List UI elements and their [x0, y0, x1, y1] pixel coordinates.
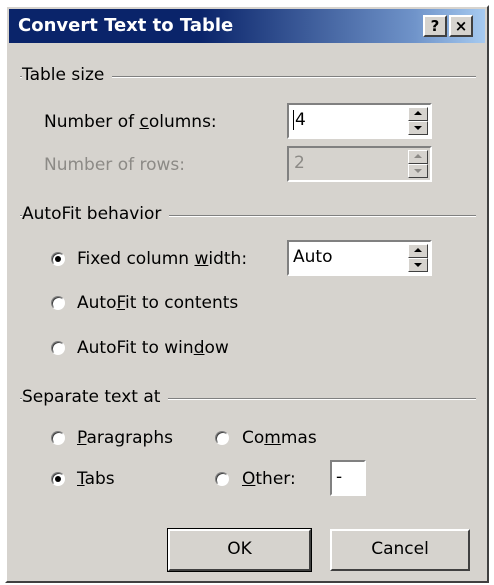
- tabs-label[interactable]: Tabs: [77, 469, 115, 489]
- fixed-column-width-value[interactable]: Auto: [293, 247, 332, 267]
- tabs-radio[interactable]: [51, 472, 65, 486]
- commas-radio[interactable]: [215, 431, 229, 445]
- dialog-title: Convert Text to Table: [18, 15, 234, 36]
- arrow-down-icon: [414, 126, 422, 130]
- autofit-to-window-label[interactable]: AutoFit to window: [77, 338, 229, 358]
- other-separator-input[interactable]: -: [330, 460, 366, 496]
- autofit-to-contents-label[interactable]: AutoFit to contents: [77, 293, 238, 313]
- fixed-column-width-spinner[interactable]: Auto: [287, 240, 432, 276]
- arrow-up-icon: [414, 154, 422, 158]
- fixed-column-width-label[interactable]: Fixed column width:: [77, 249, 247, 269]
- number-of-rows-value: 2: [294, 153, 305, 173]
- separate-text-group-label: Separate text at: [22, 387, 169, 407]
- fixed-column-width-radio[interactable]: [51, 252, 65, 266]
- table-size-group-label: Table size: [22, 65, 113, 85]
- arrow-down-icon: [414, 263, 422, 267]
- columns-decrement-button[interactable]: [408, 121, 428, 135]
- other-radio[interactable]: [215, 472, 229, 486]
- paragraphs-label[interactable]: Paragraphs: [77, 428, 173, 448]
- number-of-columns-label: Number of columns:: [44, 112, 217, 132]
- convert-text-to-table-dialog: Convert Text to Table ? × Table size Num…: [0, 0, 494, 585]
- radio-selected-dot: [55, 256, 61, 262]
- number-of-rows-spinner: 2: [287, 146, 432, 182]
- autofit-group-label: AutoFit behavior: [22, 204, 170, 224]
- number-of-columns-spinner[interactable]: 4: [287, 103, 432, 139]
- width-decrement-button[interactable]: [408, 258, 428, 272]
- commas-label[interactable]: Commas: [242, 428, 317, 448]
- ok-button[interactable]: OK: [167, 528, 312, 572]
- autofit-to-window-radio[interactable]: [51, 341, 65, 355]
- cancel-button[interactable]: Cancel: [330, 529, 470, 571]
- arrow-up-icon: [414, 111, 422, 115]
- number-of-rows-label: Number of rows:: [44, 155, 185, 175]
- columns-increment-button[interactable]: [408, 107, 428, 121]
- other-label[interactable]: Other:: [242, 469, 296, 489]
- autofit-to-contents-radio[interactable]: [51, 296, 65, 310]
- number-of-columns-value[interactable]: 4: [293, 110, 306, 130]
- rows-decrement-button: [408, 164, 428, 178]
- close-button[interactable]: ×: [449, 15, 473, 37]
- radio-selected-dot: [55, 476, 61, 482]
- arrow-down-icon: [414, 169, 422, 173]
- arrow-up-icon: [414, 248, 422, 252]
- title-bar[interactable]: Convert Text to Table ? ×: [9, 9, 485, 43]
- paragraphs-radio[interactable]: [51, 431, 65, 445]
- rows-increment-button: [408, 150, 428, 164]
- width-increment-button[interactable]: [408, 244, 428, 258]
- help-button[interactable]: ?: [423, 15, 447, 37]
